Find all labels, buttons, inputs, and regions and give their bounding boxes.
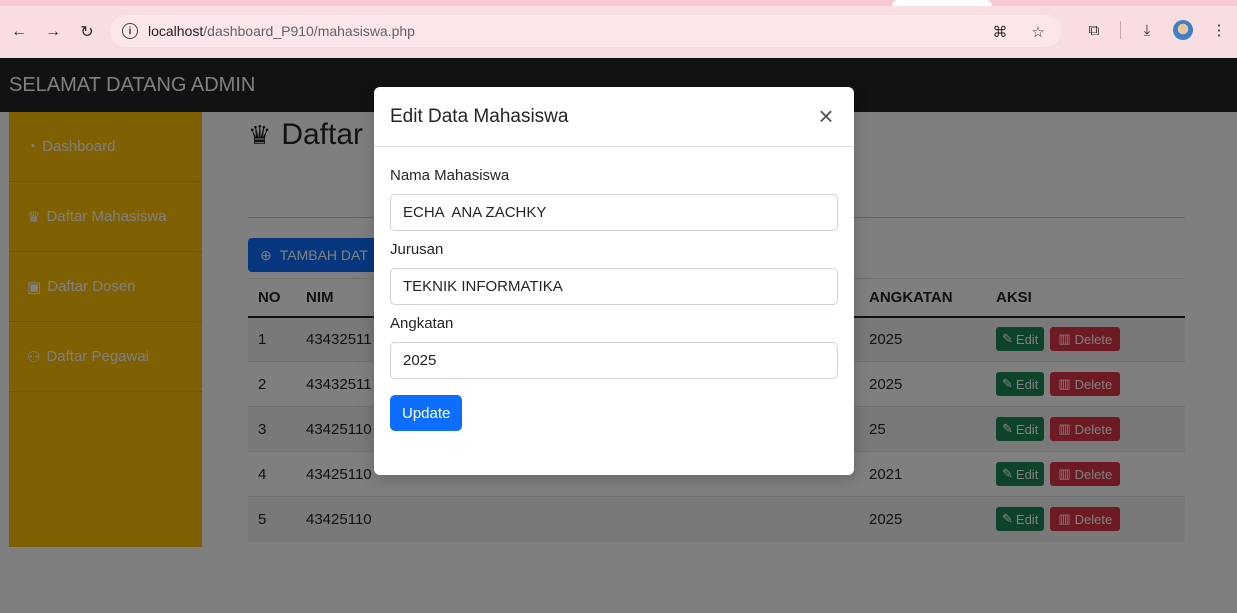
browser-toolbar: ← → ↻ i localhost/dashboard_P910/mahasis… <box>0 6 1237 58</box>
modal-header: Edit Data Mahasiswa × <box>374 87 854 147</box>
back-arrow-icon[interactable]: ← <box>8 21 30 43</box>
site-info-icon[interactable]: i <box>122 23 138 39</box>
close-icon[interactable]: × <box>814 103 838 129</box>
address-bar[interactable]: i localhost/dashboard_P910/mahasiswa.php… <box>110 15 1062 47</box>
modal-title: Edit Data Mahasiswa <box>390 105 569 127</box>
reload-icon[interactable]: ↻ <box>76 21 98 43</box>
modal-body: Nama Mahasiswa Jurusan Angkatan Update <box>374 147 854 447</box>
jurusan-input[interactable] <box>390 268 838 305</box>
profile-avatar[interactable] <box>1173 20 1193 40</box>
kebab-menu-icon[interactable]: ⋮ <box>1209 20 1229 40</box>
nama-input[interactable] <box>390 194 838 231</box>
translate-icon[interactable]: ⌘ <box>990 22 1010 42</box>
update-button[interactable]: Update <box>390 395 463 431</box>
edit-modal: Edit Data Mahasiswa × Nama Mahasiswa Jur… <box>374 87 854 475</box>
extensions-icon[interactable]: ⧉ <box>1084 20 1104 40</box>
download-icon[interactable]: ⤓ <box>1137 20 1157 40</box>
forward-arrow-icon[interactable]: → <box>42 21 64 43</box>
toolbar-separator <box>1120 21 1121 39</box>
angkatan-input[interactable] <box>390 342 838 379</box>
url-path: /dashboard_P910/mahasiswa.php <box>203 23 415 39</box>
jurusan-label: Jurusan <box>390 241 444 258</box>
nama-label: Nama Mahasiswa <box>390 167 510 184</box>
bookmark-star-icon[interactable]: ☆ <box>1028 22 1048 42</box>
angkatan-label: Angkatan <box>390 315 454 332</box>
url-host: localhost <box>148 23 204 39</box>
